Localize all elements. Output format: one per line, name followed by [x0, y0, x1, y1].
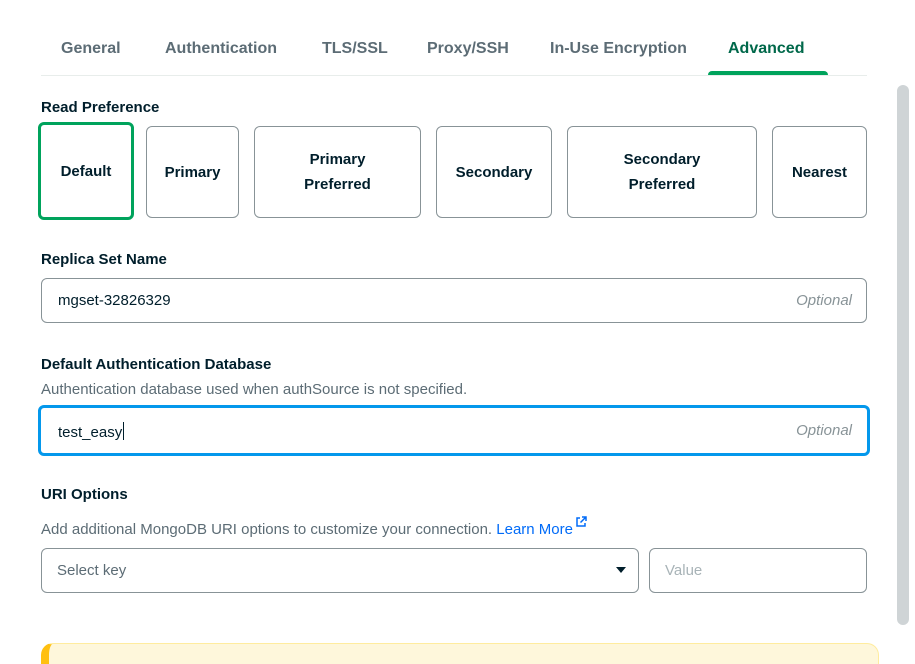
read-preference-secondary[interactable]: Secondary [436, 126, 552, 218]
learn-more-link[interactable]: Learn More [496, 516, 587, 538]
active-tab-indicator [708, 71, 828, 75]
replica-set-name-input[interactable]: mgset-32826329 Optional [41, 278, 867, 323]
read-preference-primary[interactable]: Primary [146, 126, 239, 218]
uri-options-label: URI Options [41, 486, 128, 503]
uri-options-description: Add additional MongoDB URI options to cu… [41, 521, 493, 538]
read-preference-primary-label: Primary [164, 163, 221, 181]
read-preference-primary-preferred-label: Primary Preferred [304, 151, 371, 193]
learn-more-label: Learn More [496, 521, 573, 538]
text-caret [123, 422, 125, 440]
default-auth-db-value-wrap: test_easy [58, 422, 125, 441]
tab-bar: General Authentication TLS/SSL Proxy/SSH… [41, 24, 867, 76]
tab-advanced[interactable]: Advanced [728, 40, 804, 58]
tab-in-use-encryption[interactable]: In-Use Encryption [550, 40, 687, 58]
tab-proxy-ssh[interactable]: Proxy/SSH [427, 40, 509, 58]
tab-general[interactable]: General [61, 40, 121, 58]
value-placeholder: Value [665, 562, 703, 579]
uri-options-description-line: Add additional MongoDB URI options to cu… [41, 516, 587, 538]
default-auth-db-label: Default Authentication Database [41, 356, 272, 373]
uri-option-value-input[interactable]: Value [649, 548, 867, 593]
replica-set-name-label: Replica Set Name [41, 251, 167, 268]
caret-down-icon [616, 567, 626, 573]
uri-option-key-select[interactable]: Select key [41, 548, 639, 593]
default-auth-db-description: Authentication database used when authSo… [41, 381, 468, 398]
warning-banner [41, 643, 879, 664]
read-preference-nearest-label: Nearest [791, 163, 848, 181]
select-key-placeholder: Select key [57, 562, 127, 579]
tab-tls-ssl[interactable]: TLS/SSL [322, 40, 388, 58]
optional-hint: Optional [796, 422, 852, 439]
read-preference-secondary-label: Secondary [455, 163, 533, 181]
read-preference-label: Read Preference [41, 99, 160, 116]
read-preference-primary-preferred[interactable]: Primary Preferred [254, 126, 421, 218]
scrollbar[interactable] [897, 85, 909, 625]
tab-authentication[interactable]: Authentication [165, 40, 277, 58]
replica-set-name-value: mgset-32826329 [58, 292, 171, 309]
default-auth-db-value: test_easy [58, 424, 123, 441]
read-preference-secondary-preferred[interactable]: Secondary Preferred [567, 126, 757, 218]
read-preference-default-label: Default [60, 162, 112, 180]
optional-hint: Optional [796, 292, 852, 309]
read-preference-nearest[interactable]: Nearest [772, 126, 867, 218]
external-link-icon [576, 516, 587, 527]
read-preference-default[interactable]: Default [38, 122, 134, 220]
read-preference-secondary-preferred-label: Secondary Preferred [623, 151, 701, 193]
default-auth-db-input[interactable]: test_easy Optional [38, 405, 870, 456]
